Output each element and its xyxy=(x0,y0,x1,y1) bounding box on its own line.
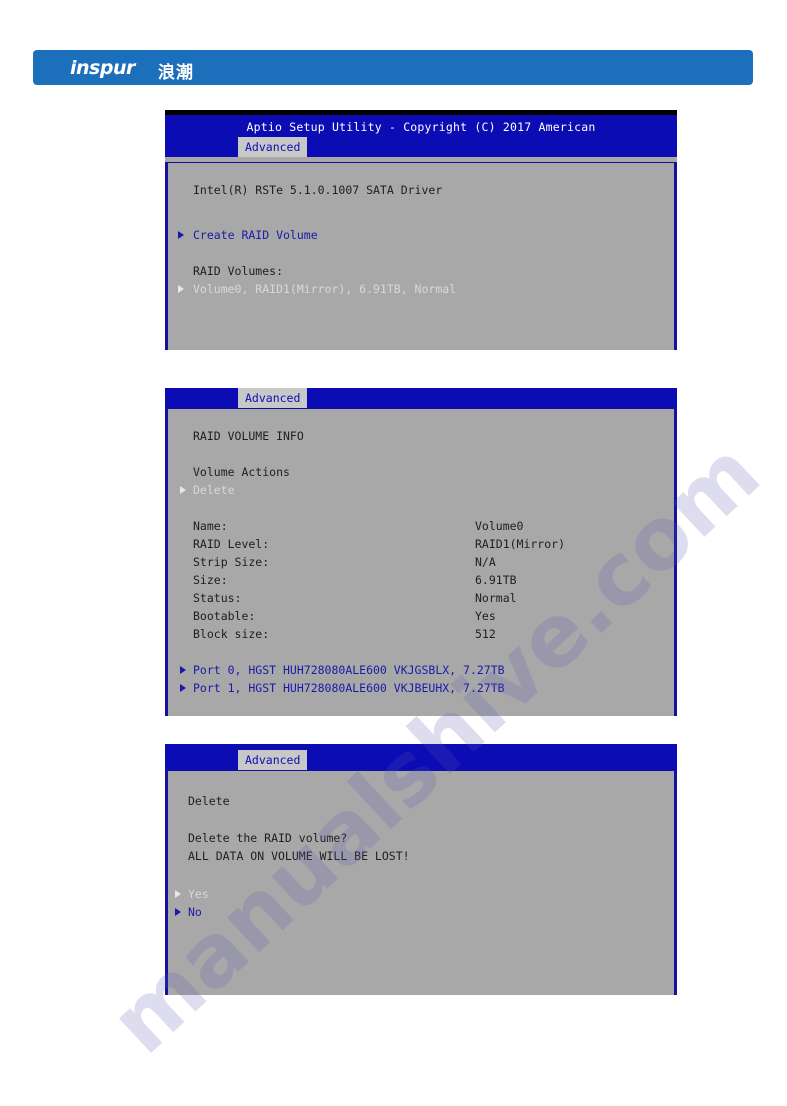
driver-label: Intel(R) RSTe 5.1.0.1007 SATA Driver xyxy=(193,183,443,197)
raid-volumes-heading: RAID Volumes: xyxy=(193,264,284,278)
bios-screenshot-raid-volume-info: Advanced RAID VOLUME INFO Volume Actions… xyxy=(165,388,677,716)
menu-item-delete[interactable]: Delete xyxy=(193,481,235,499)
delete-heading: Delete xyxy=(188,794,230,808)
chevron-right-icon xyxy=(175,908,181,916)
raid-volume-info-heading: RAID VOLUME INFO xyxy=(193,429,304,443)
field-value: Normal xyxy=(475,591,517,605)
bios-title-bar: Aptio Setup Utility - Copyright (C) 2017… xyxy=(165,115,677,137)
panel1-body: Intel(R) RSTe 5.1.0.1007 SATA Driver Cre… xyxy=(165,162,677,350)
chevron-right-icon xyxy=(178,231,184,239)
menu-item-port-1[interactable]: Port 1, HGST HUH728080ALE600 VKJBEUHX, 7… xyxy=(193,679,505,697)
field-value: RAID1(Mirror) xyxy=(475,537,566,551)
field-value: N/A xyxy=(475,555,496,569)
inspur-logo-chinese: 浪潮 xyxy=(158,63,194,83)
menu-item-no[interactable]: No xyxy=(188,903,202,921)
chevron-right-icon xyxy=(180,684,186,692)
volume-actions-heading: Volume Actions xyxy=(193,465,290,479)
tab-advanced[interactable]: Advanced xyxy=(238,750,308,770)
brand-header-bar: inspur 浪潮 xyxy=(33,50,753,85)
field-label: Block size: xyxy=(193,627,270,641)
bios-screenshot-raid-main: Aptio Setup Utility - Copyright (C) 2017… xyxy=(165,110,677,350)
chevron-right-icon xyxy=(180,486,186,494)
chevron-right-icon xyxy=(175,890,181,898)
tab-advanced[interactable]: Advanced xyxy=(238,388,308,408)
field-value: Volume0 xyxy=(475,519,524,533)
field-label: Bootable: xyxy=(193,609,256,623)
bios-tab-bar: Advanced xyxy=(165,388,677,408)
field-value: Yes xyxy=(475,609,496,623)
field-label: Strip Size: xyxy=(193,555,270,569)
panel3-body: Delete Delete the RAID volume? ALL DATA … xyxy=(165,770,677,995)
chevron-right-icon xyxy=(178,285,184,293)
menu-item-volume0[interactable]: Volume0, RAID1(Mirror), 6.91TB, Normal xyxy=(193,280,456,298)
bios-screenshot-delete-confirm: Advanced Delete Delete the RAID volume? … xyxy=(165,750,677,995)
menu-item-yes[interactable]: Yes xyxy=(188,885,209,903)
panel2-body: RAID VOLUME INFO Volume Actions Delete N… xyxy=(165,408,677,716)
field-label: Name: xyxy=(193,519,228,533)
field-label: RAID Level: xyxy=(193,537,270,551)
bios-title-text: Aptio Setup Utility - Copyright (C) 2017… xyxy=(246,120,596,134)
bios-tab-bar: Advanced xyxy=(165,137,677,157)
delete-warning: ALL DATA ON VOLUME WILL BE LOST! xyxy=(188,849,410,863)
field-label: Status: xyxy=(193,591,242,605)
chevron-right-icon xyxy=(180,666,186,674)
field-label: Size: xyxy=(193,573,228,587)
menu-item-create-raid-volume[interactable]: Create RAID Volume xyxy=(193,226,318,244)
inspur-logo-text: inspur xyxy=(70,57,135,79)
menu-item-port-0[interactable]: Port 0, HGST HUH728080ALE600 VKJGSBLX, 7… xyxy=(193,661,505,679)
field-value: 512 xyxy=(475,627,496,641)
delete-question: Delete the RAID volume? xyxy=(188,831,348,845)
field-value: 6.91TB xyxy=(475,573,517,587)
tab-advanced[interactable]: Advanced xyxy=(238,137,308,157)
bios-tab-bar: Advanced xyxy=(165,750,677,770)
